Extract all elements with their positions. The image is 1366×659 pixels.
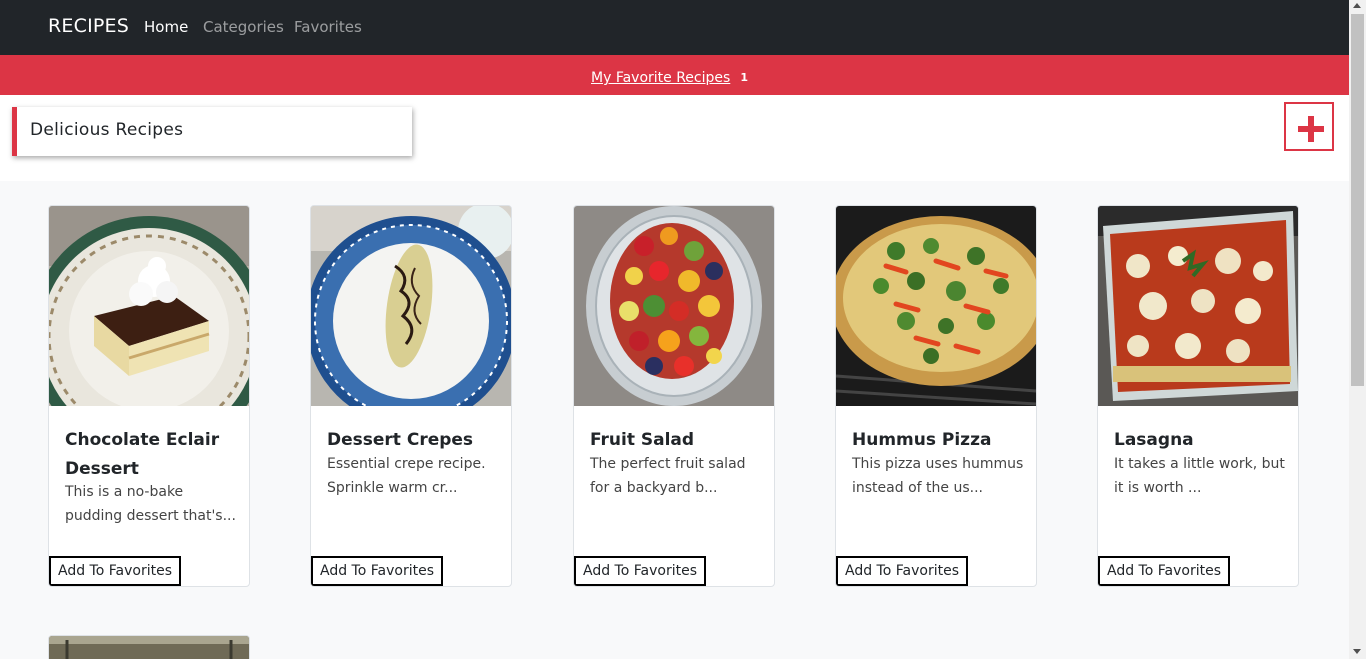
add-recipe-button[interactable]: [1284, 102, 1334, 151]
brand-logo[interactable]: RECIPES: [48, 15, 129, 37]
recipe-description: This pizza uses hummus instead of the us…: [852, 456, 1024, 496]
add-to-favorites-button[interactable]: Add To Favorites: [49, 556, 181, 586]
lasagna-photo[interactable]: [1098, 206, 1298, 406]
add-to-favorites-button[interactable]: Add To Favorites: [836, 556, 968, 586]
plus-icon: [1298, 116, 1324, 142]
recipe-card: Lasagna It takes a little work, but it i…: [1097, 205, 1299, 587]
recipe-description: The perfect fruit salad for a backyard b…: [590, 456, 746, 496]
nav-link-categories[interactable]: Categories: [203, 18, 284, 36]
add-to-favorites-button[interactable]: Add To Favorites: [1098, 556, 1230, 586]
scroll-down-arrow-icon[interactable]: [1353, 649, 1361, 654]
chocolate-eclair-dessert-photo[interactable]: [49, 206, 249, 406]
recipe-card: Fruit Salad The perfect fruit salad for …: [573, 205, 775, 587]
recipe-card: Dessert Crepes Essential crepe recipe. S…: [310, 205, 512, 587]
add-to-favorites-button[interactable]: Add To Favorites: [574, 556, 706, 586]
recipe-title: Hummus Pizza: [852, 430, 992, 450]
recipe-title: Dessert Crepes: [327, 430, 474, 450]
scroll-up-arrow-icon[interactable]: [1353, 3, 1361, 8]
recipe-title: Lasagna: [1114, 430, 1194, 450]
add-to-favorites-button[interactable]: Add To Favorites: [311, 556, 443, 586]
dessert-crepes-photo[interactable]: [311, 206, 511, 406]
page-header: Delicious Recipes: [0, 95, 1349, 181]
scrollbar-thumb[interactable]: [1351, 14, 1364, 386]
top-navbar: RECIPES Home Categories Favorites: [0, 0, 1349, 55]
recipe-photo-partial[interactable]: [49, 636, 249, 659]
page-title: Delicious Recipes: [30, 120, 184, 140]
page-title-box: Delicious Recipes: [12, 107, 412, 156]
recipe-title: Fruit Salad: [590, 430, 695, 450]
hummus-pizza-photo[interactable]: [836, 206, 1036, 406]
favorites-count-badge: 1: [740, 71, 748, 84]
recipe-title: Chocolate Eclair Dessert: [65, 430, 220, 479]
recipe-card: Chocolate Eclair Dessert This is a no-ba…: [48, 205, 250, 587]
recipe-description: Essential crepe recipe. Sprinkle warm cr…: [327, 456, 486, 496]
page-scrollbar[interactable]: [1349, 0, 1366, 659]
recipe-card: Hummus Pizza This pizza uses hummus inst…: [835, 205, 1037, 587]
my-favorite-recipes-link[interactable]: My Favorite Recipes: [591, 70, 730, 86]
recipe-card-partial: [48, 635, 250, 659]
nav-link-favorites[interactable]: Favorites: [294, 18, 362, 36]
recipe-description: It takes a little work, but it is worth …: [1114, 456, 1285, 496]
nav-link-home[interactable]: Home: [144, 18, 188, 36]
fruit-salad-photo[interactable]: [574, 206, 774, 406]
favorites-banner: My Favorite Recipes 1: [0, 55, 1349, 95]
recipe-description: This is a no-bake pudding dessert that's…: [65, 484, 236, 524]
